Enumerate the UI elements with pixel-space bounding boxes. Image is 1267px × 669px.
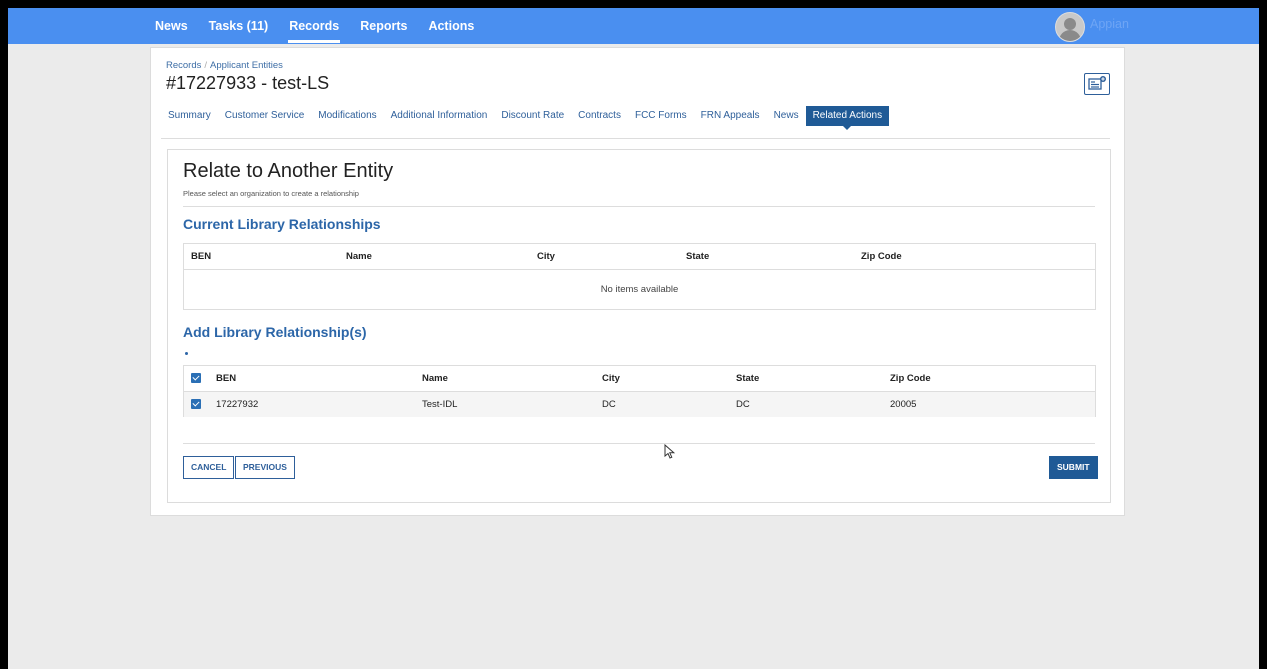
table-row[interactable]: 17227932 Test-IDL DC DC 20005 (184, 391, 1095, 418)
tab-modifications[interactable]: Modifications (311, 106, 383, 126)
column-header-zip-code[interactable]: Zip Code (883, 366, 1095, 392)
buttons-divider (183, 443, 1095, 444)
user-avatar-icon[interactable] (1055, 12, 1085, 42)
row-checkbox[interactable] (191, 399, 201, 410)
column-header-state[interactable]: State (679, 244, 854, 270)
page-title: #17227933 - test-LS (166, 73, 330, 93)
column-header-ben[interactable]: BEN (209, 366, 415, 392)
column-header-ben[interactable]: BEN (184, 244, 339, 270)
record-card: Records / Applicant Entities #17227933 - t… (150, 47, 1125, 516)
select-all-cell (184, 366, 209, 392)
breadcrumb-applicant-entities-link[interactable]: Applicant Entities (210, 60, 283, 71)
brand-logo-text: Appian (1090, 17, 1129, 31)
column-header-name[interactable]: Name (339, 244, 530, 270)
tab-fcc-forms[interactable]: FCC Forms (628, 106, 694, 126)
tab-summary[interactable]: Summary (161, 106, 218, 126)
current-relationships-heading: Current Library Relationships (183, 216, 381, 232)
breadcrumb-records-link[interactable]: Records (166, 60, 201, 71)
news-feed-icon[interactable] (1084, 73, 1110, 95)
submit-button[interactable]: SUBMIT (1049, 456, 1098, 479)
nav-actions[interactable]: Actions (428, 8, 474, 44)
add-relationships-heading: Add Library Relationship(s) (183, 324, 367, 340)
tab-news[interactable]: News (767, 106, 806, 126)
breadcrumb: Records / Applicant Entities (166, 60, 283, 71)
mouse-cursor-icon (664, 444, 676, 459)
cell-name: Test-IDL (422, 399, 458, 410)
form-subtitle: Please select an organization to create … (183, 189, 359, 198)
cell-state: DC (736, 399, 750, 410)
column-header-name[interactable]: Name (415, 366, 595, 392)
select-all-checkbox[interactable] (191, 373, 201, 384)
add-relationships-grid: BEN Name City State Zip Code 17227932 Te… (183, 365, 1096, 417)
tabs-divider (161, 138, 1110, 139)
form-divider (183, 206, 1095, 207)
main-nav: News Tasks (11) Records Reports Actions (155, 8, 495, 44)
nav-news[interactable]: News (155, 8, 188, 44)
cell-city: DC (602, 399, 616, 410)
tab-customer-service[interactable]: Customer Service (218, 106, 311, 126)
column-header-city[interactable]: City (530, 244, 679, 270)
row-select-cell (184, 392, 209, 418)
required-indicator (185, 352, 188, 355)
breadcrumb-separator: / (204, 60, 208, 71)
relate-entity-form: Relate to Another Entity Please select a… (167, 149, 1111, 503)
tab-related-actions[interactable]: Related Actions (805, 106, 890, 130)
tab-contracts[interactable]: Contracts (571, 106, 628, 126)
column-header-city[interactable]: City (595, 366, 729, 392)
tab-discount-rate[interactable]: Discount Rate (494, 106, 571, 126)
record-tabs: Summary Customer Service Modifications A… (161, 106, 890, 130)
tab-additional-information[interactable]: Additional Information (384, 106, 495, 126)
previous-button[interactable]: PREVIOUS (235, 456, 295, 479)
cancel-button[interactable]: CANCEL (183, 456, 235, 479)
top-navigation-bar: News Tasks (11) Records Reports Actions … (8, 8, 1259, 44)
nav-reports[interactable]: Reports (360, 8, 407, 44)
app-frame: News Tasks (11) Records Reports Actions … (8, 8, 1259, 669)
nav-records[interactable]: Records (288, 8, 341, 44)
nav-tasks[interactable]: Tasks (11) (209, 8, 269, 44)
column-header-zip-code[interactable]: Zip Code (854, 244, 1095, 270)
form-title: Relate to Another Entity (183, 160, 394, 182)
cell-ben: 17227932 (216, 399, 259, 410)
cell-zip-code: 20005 (890, 399, 917, 410)
empty-state-message: No items available (600, 283, 679, 295)
tab-frn-appeals[interactable]: FRN Appeals (694, 106, 767, 126)
column-header-state[interactable]: State (729, 366, 883, 392)
current-relationships-grid: BEN Name City State Zip Code No items av… (183, 243, 1096, 310)
